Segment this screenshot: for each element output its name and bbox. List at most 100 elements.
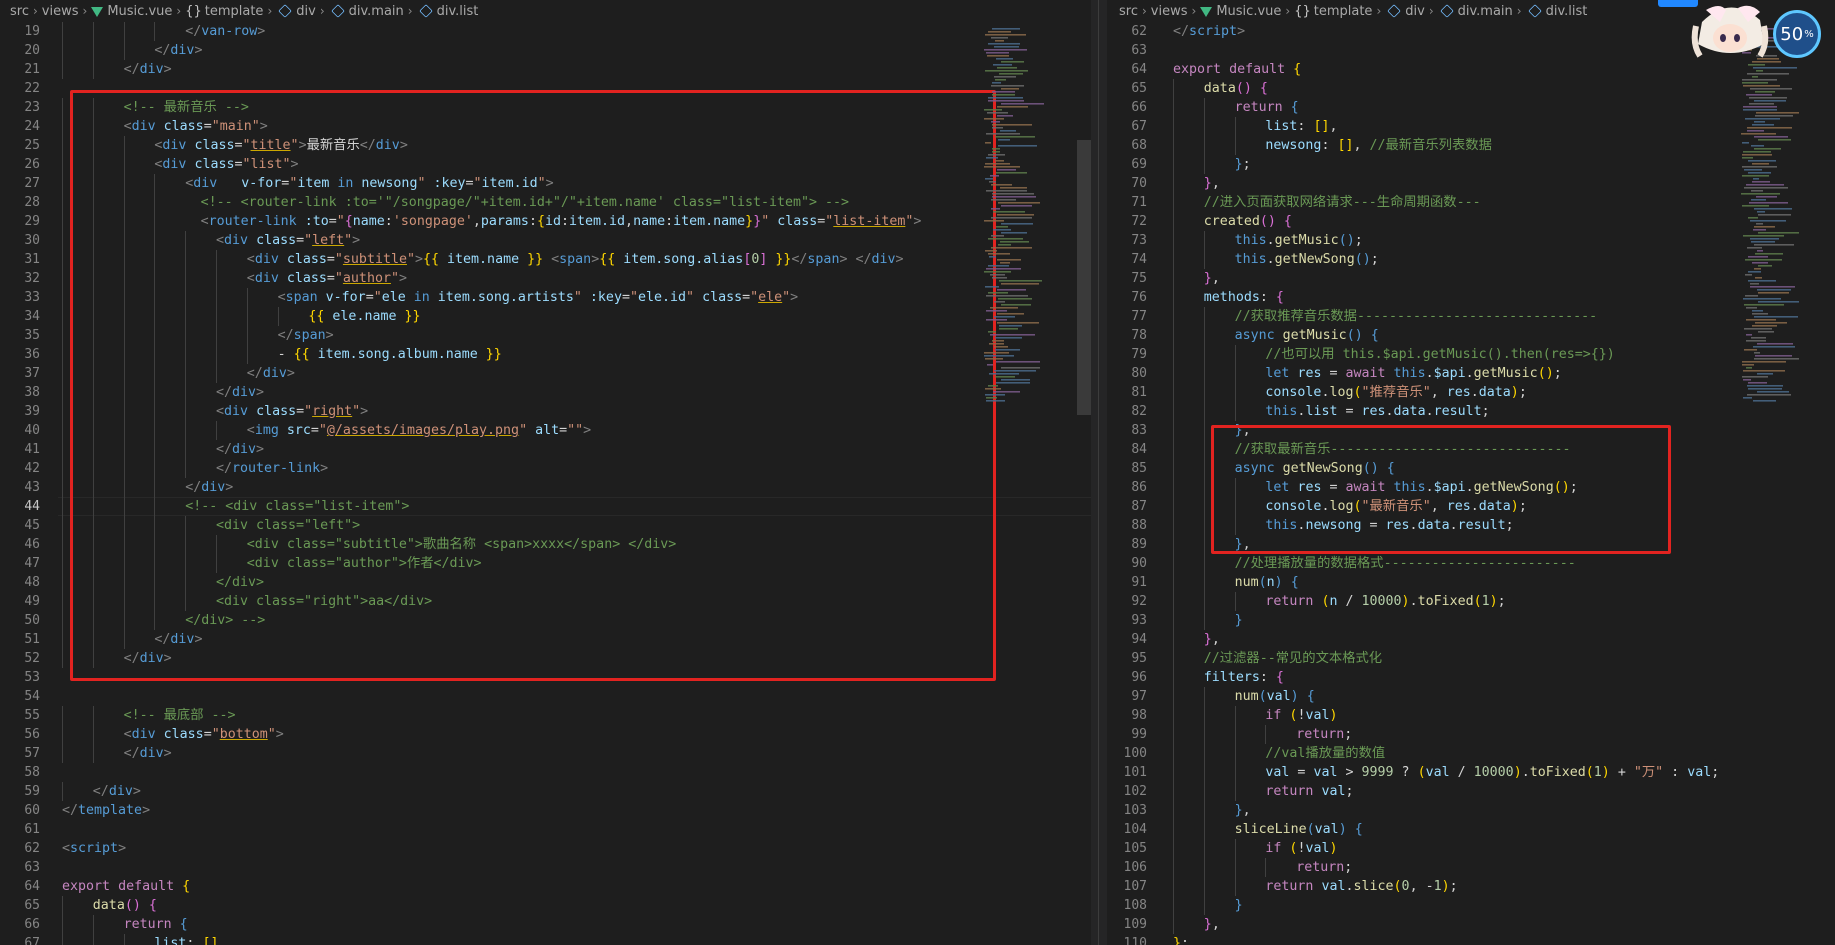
code-line[interactable]: 61 (0, 820, 1091, 839)
code-line[interactable]: 26 <div class="list"> (0, 155, 1091, 174)
code-line[interactable]: 91 num(n) { (1107, 573, 1835, 592)
code-line[interactable]: 27 <div v-for="item in newsong" :key="ite… (0, 174, 1091, 193)
code-line[interactable]: 49 <div class="right">aa</div> (0, 592, 1091, 611)
code-line[interactable]: 56 <div class="bottom"> (0, 725, 1091, 744)
scrollbar-left[interactable] (1077, 140, 1091, 415)
code-line[interactable]: 75}, (1107, 269, 1835, 288)
code-editor-left[interactable]: 19 </van-row> 20 </div> 21 </div> 22 23 <!-- 最新音… (0, 22, 1091, 945)
code-line[interactable]: 42 </router-link> (0, 459, 1091, 478)
code-line[interactable]: 84 //获取最新音乐------------------------------ (1107, 440, 1835, 459)
editor-pane-right[interactable]: src › views › Music.vue ›{} template › div › div.m… (1107, 0, 1835, 945)
breadcrumb-item[interactable]: {} template (1294, 4, 1372, 19)
code-line[interactable]: 52 </div> (0, 649, 1091, 668)
code-line[interactable]: 78 async getMusic() { (1107, 326, 1835, 345)
code-line[interactable]: 65 data() { (0, 896, 1091, 915)
breadcrumb-item[interactable]: views (42, 4, 79, 19)
code-line[interactable]: 50 </div> --> (0, 611, 1091, 630)
code-line[interactable]: 83}, (1107, 421, 1835, 440)
breadcrumb-item[interactable]: views (1151, 4, 1188, 19)
code-line[interactable]: 34 {{ ele.name }} (0, 307, 1091, 326)
code-line[interactable]: 100 //val播放量的数值 (1107, 744, 1835, 763)
code-line[interactable]: 76 methods: { (1107, 288, 1835, 307)
code-line[interactable]: 64 export default { (0, 877, 1091, 896)
breadcrumb-item[interactable]: div (1385, 4, 1425, 19)
code-line[interactable]: 45 <div class="left"> (0, 516, 1091, 535)
breadcrumb-item[interactable]: div.list (1526, 4, 1587, 19)
code-line[interactable]: 93} (1107, 611, 1835, 630)
code-editor-right[interactable]: 62 </script> 63 64 export default {65 data() … (1107, 22, 1835, 945)
code-line[interactable]: 98 if (!val) (1107, 706, 1835, 725)
code-line[interactable]: 43 </div> (0, 478, 1091, 497)
code-line[interactable]: 71 //进入页面获取网络请求---生命周期函数--- (1107, 193, 1835, 212)
code-line[interactable]: 101 val = val > 9999 ? (val / 10000).toFi… (1107, 763, 1835, 782)
split-divider[interactable] (1091, 0, 1107, 945)
editor-pane-left[interactable]: src › views › Music.vue ›{} template › div › div.m… (0, 0, 1091, 945)
code-line[interactable]: 64 export default { (1107, 60, 1835, 79)
code-line[interactable]: 46 <div class="subtitle">歌曲名称 <span>xxxx<… (0, 535, 1091, 554)
code-line[interactable]: 55 <!-- 最底部 --> (0, 706, 1091, 725)
breadcrumb-item[interactable]: Music.vue (1200, 4, 1281, 19)
code-line[interactable]: 41 </div> (0, 440, 1091, 459)
code-line[interactable]: 72 created() { (1107, 212, 1835, 231)
code-line[interactable]: 19 </van-row> (0, 22, 1091, 41)
code-line[interactable]: 66 return { (1107, 98, 1835, 117)
code-line[interactable]: 54 (0, 687, 1091, 706)
code-line[interactable]: 96 filters: { (1107, 668, 1835, 687)
code-line[interactable]: 88 this.newsong = res.data.result; (1107, 516, 1835, 535)
breadcrumb-item[interactable]: div.main (329, 4, 404, 19)
code-line[interactable]: 24 <div class="main"> (0, 117, 1091, 136)
code-line[interactable]: 102 return val; (1107, 782, 1835, 801)
code-line[interactable]: 99 return; (1107, 725, 1835, 744)
code-line[interactable]: 35 </span> (0, 326, 1091, 345)
code-line[interactable]: 58 (0, 763, 1091, 782)
code-line[interactable]: 110}; (1107, 934, 1835, 945)
code-line[interactable]: 109}, (1107, 915, 1835, 934)
code-line[interactable]: 51 </div> (0, 630, 1091, 649)
code-line[interactable]: 68 newsong: [], //最新音乐列表数据 (1107, 136, 1835, 155)
code-line[interactable]: 28 <!-- <router-link :to='"/songpage/"+it… (0, 193, 1091, 212)
code-line[interactable]: 48 </div> (0, 573, 1091, 592)
code-line[interactable]: 65 data() { (1107, 79, 1835, 98)
code-line[interactable]: 81 console.log("推荐音乐", res.data); (1107, 383, 1835, 402)
code-line[interactable]: 62 <script> (0, 839, 1091, 858)
code-line[interactable]: 37 </div> (0, 364, 1091, 383)
code-line[interactable]: 80 let res = await this.$api.getMusic(); (1107, 364, 1835, 383)
code-line[interactable]: 85 async getNewSong() { (1107, 459, 1835, 478)
code-line[interactable]: 38 </div> (0, 383, 1091, 402)
code-line[interactable]: 30 <div class="left"> (0, 231, 1091, 250)
breadcrumb-item[interactable]: div.list (417, 4, 478, 19)
code-line[interactable]: 87 console.log("最新音乐", res.data); (1107, 497, 1835, 516)
breadcrumb-item[interactable]: src (10, 4, 29, 19)
code-line[interactable]: 66 return { (0, 915, 1091, 934)
code-line[interactable]: 107 return val.slice(0, -1); (1107, 877, 1835, 896)
code-line[interactable]: 60 </template> (0, 801, 1091, 820)
code-line[interactable]: 92 return (n / 10000).toFixed(1); (1107, 592, 1835, 611)
code-line[interactable]: 89}, (1107, 535, 1835, 554)
code-line[interactable]: 44 <!-- <div class="list-item"> (0, 497, 1091, 516)
breadcrumb-item[interactable]: {} template (185, 4, 263, 19)
code-line[interactable]: 108} (1107, 896, 1835, 915)
code-line[interactable]: 94}, (1107, 630, 1835, 649)
breadcrumb-item[interactable]: div.main (1438, 4, 1513, 19)
minimap-right[interactable] (1737, 22, 1827, 945)
code-line[interactable]: 31 <div class="subtitle">{{ item.name }} … (0, 250, 1091, 269)
code-line[interactable]: 73 this.getMusic(); (1107, 231, 1835, 250)
code-line[interactable]: 104 sliceLine(val) { (1107, 820, 1835, 839)
breadcrumb-item[interactable]: src (1119, 4, 1138, 19)
code-line[interactable]: 70}, (1107, 174, 1835, 193)
code-line[interactable]: 20 </div> (0, 41, 1091, 60)
code-line[interactable]: 39 <div class="right"> (0, 402, 1091, 421)
breadcrumb-item[interactable]: div (276, 4, 316, 19)
code-line[interactable]: 21 </div> (0, 60, 1091, 79)
code-line[interactable]: 47 <div class="author">作者</div> (0, 554, 1091, 573)
code-line[interactable]: 95 //过滤器--常见的文本格式化 (1107, 649, 1835, 668)
code-line[interactable]: 86 let res = await this.$api.getNewSong()… (1107, 478, 1835, 497)
code-line[interactable]: 79 //也可以用 this.$api.getMusic().then(res=>… (1107, 345, 1835, 364)
code-line[interactable]: 32 <div class="author"> (0, 269, 1091, 288)
code-line[interactable]: 53 (0, 668, 1091, 687)
code-line[interactable]: 77 //获取推荐音乐数据----------------------------… (1107, 307, 1835, 326)
code-line[interactable]: 67 list: [], (1107, 117, 1835, 136)
code-line[interactable]: 25 <div class="title">最新音乐</div> (0, 136, 1091, 155)
code-line[interactable]: 90 //处理播放量的数据格式------------------------ (1107, 554, 1835, 573)
code-line[interactable]: 59 </div> (0, 782, 1091, 801)
